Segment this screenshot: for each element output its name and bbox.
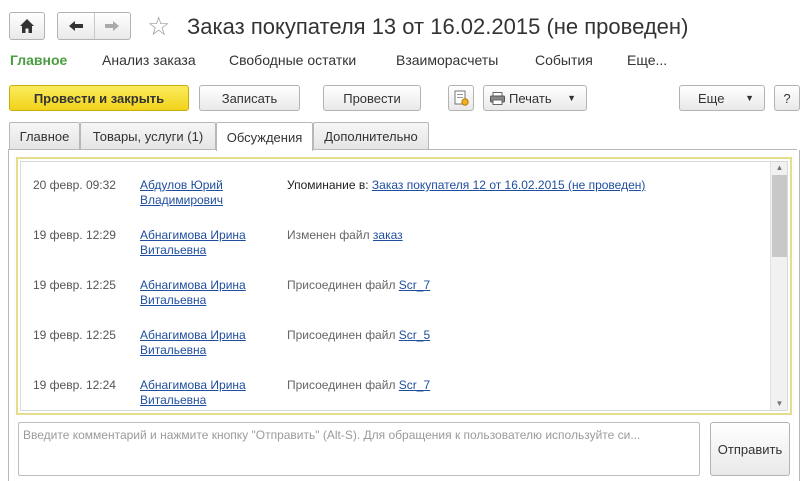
entry-action-text: Присоединен файл xyxy=(287,278,399,292)
discussion-entry: 20 февр. 09:32 Абдулов Юрий Владимирович… xyxy=(21,162,781,207)
scroll-thumb[interactable] xyxy=(772,175,787,257)
entry-object-link[interactable]: Scr_5 xyxy=(399,328,430,342)
send-button[interactable]: Отправить xyxy=(710,422,790,476)
entry-time: 19 февр. 12:24 xyxy=(33,378,116,392)
save-button[interactable]: Записать xyxy=(199,85,300,111)
nav-more[interactable]: Еще... xyxy=(627,52,667,68)
chevron-down-icon: ▼ xyxy=(567,93,576,103)
discussion-entry: 19 февр. 12:25 Абнагимова Ирина Витальев… xyxy=(21,262,781,307)
entry-author-link[interactable]: Абнагимова Ирина Витальевна xyxy=(140,328,265,358)
discussion-feed[interactable]: 20 февр. 09:32 Абдулов Юрий Владимирович… xyxy=(16,157,792,415)
entry-author-link[interactable]: Абнагимова Ирина Витальевна xyxy=(140,278,265,308)
post-button[interactable]: Провести xyxy=(323,85,421,111)
tab-additional[interactable]: Дополнительно xyxy=(313,122,429,150)
document-structure-icon xyxy=(453,90,469,106)
nav-free-stock[interactable]: Свободные остатки xyxy=(229,52,356,68)
nav-main[interactable]: Главное xyxy=(10,52,67,68)
entry-time: 19 февр. 12:25 xyxy=(33,328,116,342)
forward-button[interactable] xyxy=(95,13,131,39)
entry-author-link[interactable]: Абнагимова Ирина Витальевна xyxy=(140,228,265,258)
print-button[interactable]: Печать ▼ xyxy=(483,85,587,111)
entry-action: Изменен файл заказ xyxy=(287,228,403,242)
tab-additional-label: Дополнительно xyxy=(324,129,418,144)
print-label: Печать xyxy=(509,90,552,106)
chevron-down-icon: ▼ xyxy=(745,93,754,103)
help-label: ? xyxy=(783,90,791,106)
scroll-up-icon[interactable]: ▲ xyxy=(771,162,787,174)
help-button[interactable]: ? xyxy=(774,85,800,111)
comment-input[interactable] xyxy=(18,422,700,476)
discussion-entry: 19 февр. 12:24 Абнагимова Ирина Витальев… xyxy=(21,362,781,407)
entry-action: Присоединен файл Scr_7 xyxy=(287,378,430,392)
entry-action: Упоминание в: Заказ покупателя 12 от 16.… xyxy=(287,178,645,192)
entry-object-link[interactable]: Scr_7 xyxy=(399,278,430,292)
document-structure-button[interactable] xyxy=(448,85,474,111)
post-and-close-label: Провести и закрыть xyxy=(33,90,165,106)
entry-time: 20 февр. 09:32 xyxy=(33,178,116,192)
post-and-close-button[interactable]: Провести и закрыть xyxy=(9,85,189,111)
page-title: Заказ покупателя 13 от 16.02.2015 (не пр… xyxy=(187,14,689,39)
entry-author-link[interactable]: Абнагимова Ирина Витальевна xyxy=(140,378,265,408)
entry-action: Присоединен файл Scr_5 xyxy=(287,328,430,342)
entry-time: 19 февр. 12:25 xyxy=(33,278,116,292)
history-nav-group xyxy=(57,12,131,40)
tab-goods-services-label: Товары, услуги (1) xyxy=(92,129,204,144)
entry-object-link[interactable]: Scr_7 xyxy=(399,378,430,392)
tab-discussions[interactable]: Обсуждения xyxy=(216,122,313,151)
entry-action: Присоединен файл Scr_7 xyxy=(287,278,430,292)
entry-action-text: Упоминание в: xyxy=(287,178,372,192)
star-icon[interactable]: ☆ xyxy=(147,12,170,40)
more-button[interactable]: Еще ▼ xyxy=(679,85,765,111)
send-label: Отправить xyxy=(717,441,783,457)
scroll-down-icon[interactable]: ▼ xyxy=(771,398,787,410)
tab-main-label: Главное xyxy=(19,129,70,144)
discussion-entry: 19 февр. 12:29 Абнагимова Ирина Витальев… xyxy=(21,212,781,257)
printer-icon xyxy=(490,91,505,105)
back-arrow-icon xyxy=(68,20,84,32)
tab-discussions-label: Обсуждения xyxy=(226,129,303,145)
discussion-entry: 19 февр. 12:25 Абнагимова Ирина Витальев… xyxy=(21,312,781,357)
entry-time: 19 февр. 12:29 xyxy=(33,228,116,242)
nav-events[interactable]: События xyxy=(535,52,593,68)
entry-action-text: Присоединен файл xyxy=(287,378,399,392)
post-label: Провести xyxy=(343,90,401,106)
entry-object-link[interactable]: заказ xyxy=(373,228,403,242)
discussion-feed-inner: 20 февр. 09:32 Абдулов Юрий Владимирович… xyxy=(20,161,788,411)
tab-main[interactable]: Главное xyxy=(9,122,80,150)
nav-order-analysis[interactable]: Анализ заказа xyxy=(102,52,196,68)
home-icon xyxy=(19,18,35,34)
entry-action-text: Изменен файл xyxy=(287,228,373,242)
back-button[interactable] xyxy=(58,13,95,39)
nav-settlements[interactable]: Взаиморасчеты xyxy=(396,52,498,68)
more-label: Еще xyxy=(698,90,725,106)
entry-action-text: Присоединен файл xyxy=(287,328,399,342)
entry-object-link[interactable]: Заказ покупателя 12 от 16.02.2015 (не пр… xyxy=(372,178,646,192)
save-label: Записать xyxy=(221,90,278,106)
forward-arrow-icon xyxy=(104,20,120,32)
tab-goods-services[interactable]: Товары, услуги (1) xyxy=(80,122,216,150)
home-button[interactable] xyxy=(9,12,45,40)
entry-author-link[interactable]: Абдулов Юрий Владимирович xyxy=(140,178,265,208)
feed-scrollbar[interactable]: ▲ ▼ xyxy=(770,162,787,410)
